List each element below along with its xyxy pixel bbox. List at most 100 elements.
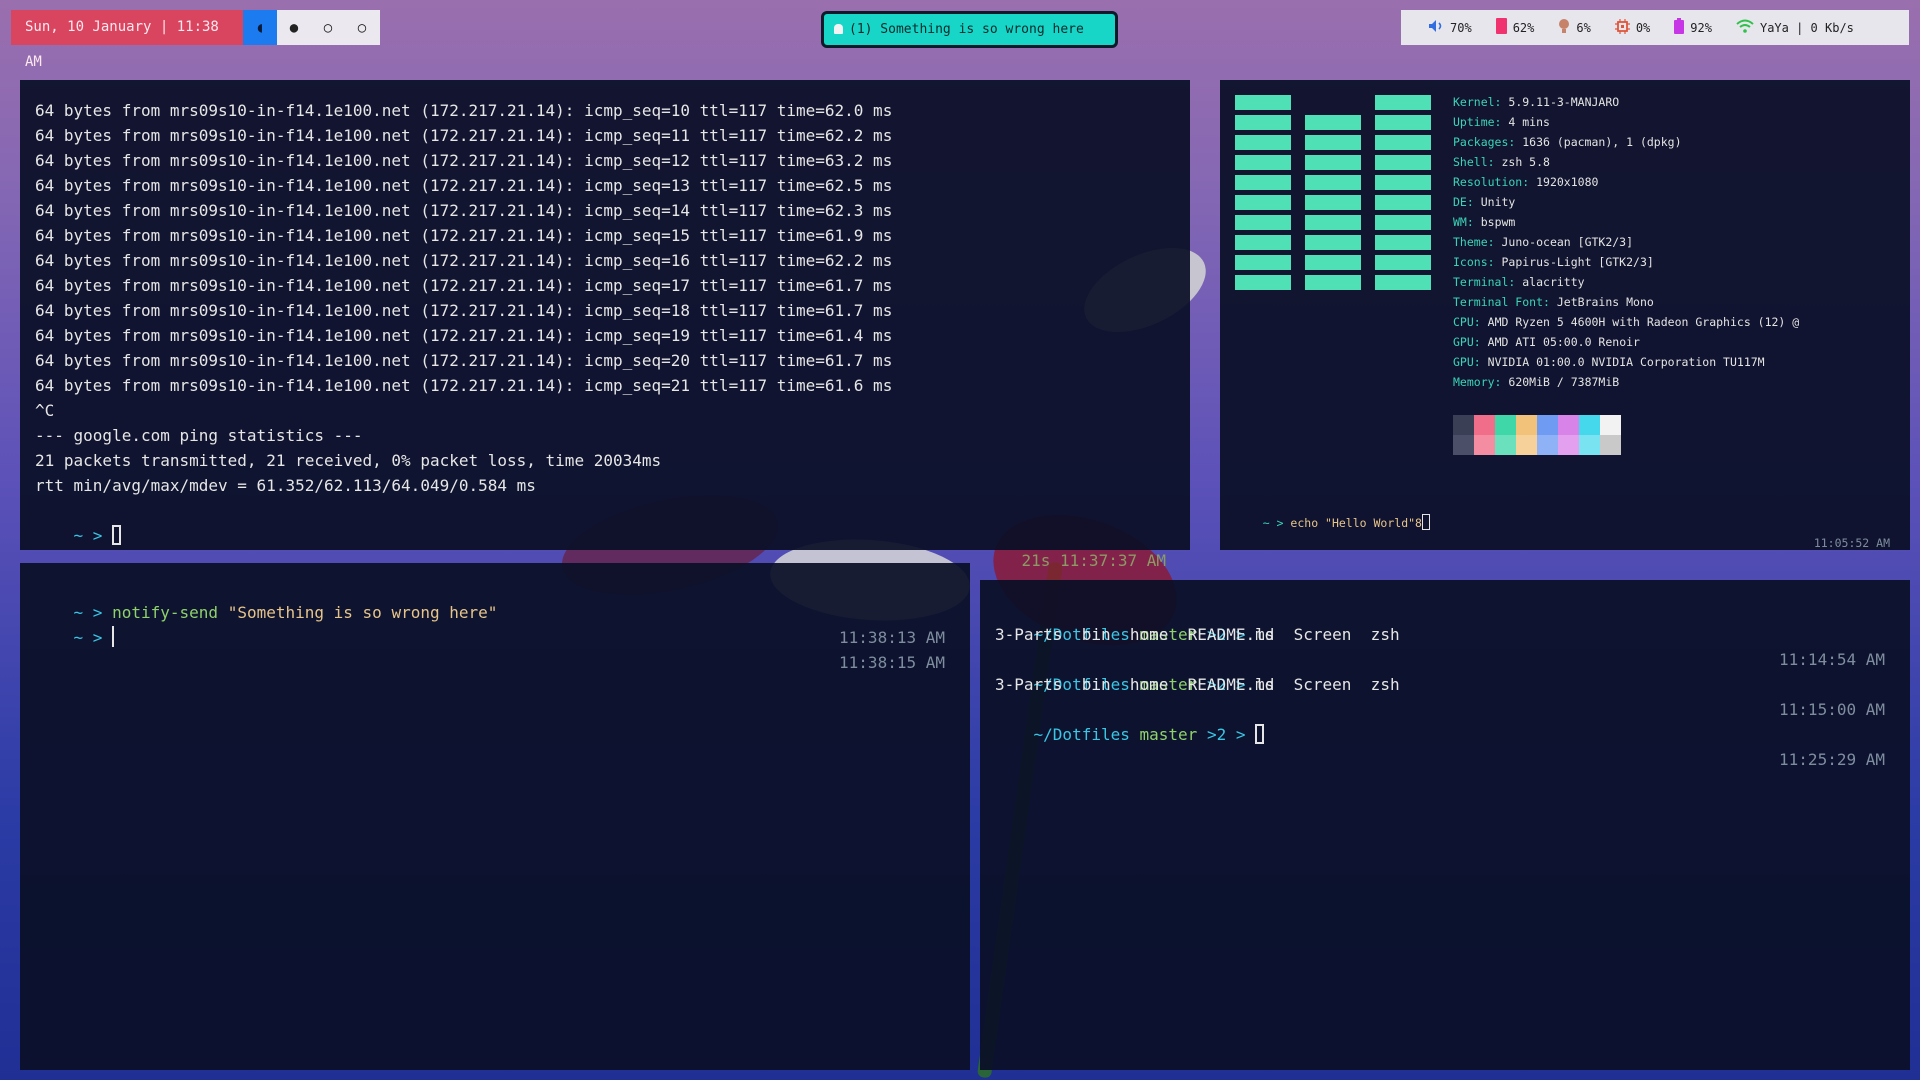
output-line: 21 packets transmitted, 21 received, 0% … <box>35 451 662 470</box>
workspace-3-button[interactable]: ○ <box>311 10 345 45</box>
info-key: Icons <box>1453 255 1488 269</box>
output-line: 64 bytes from mrs09s10-in-f14.1e100.net … <box>35 151 893 170</box>
output-line: 3-Parts bin home README.md Screen zsh <box>995 625 1400 644</box>
system-info-row: GPU: AMD ATI 05:00.0 Renoir <box>1453 335 1640 349</box>
workspace-1-button[interactable]: ◖ <box>243 10 277 45</box>
info-value: 4 mins <box>1508 115 1550 129</box>
prompt-line[interactable]: ~ > echo "Hello World"8 11:05:52 AM <box>1235 493 1890 550</box>
system-info-row: Shell: zsh 5.8 <box>1453 155 1550 169</box>
output-line: 3-Parts bin home README.md Screen zsh <box>995 675 1400 694</box>
dotfiles-terminal-window[interactable]: ~/Dotfiles master >2 > ls 11:14:54 AM 3-… <box>980 580 1910 1070</box>
info-key: Terminal Font <box>1453 295 1544 309</box>
info-key: Kernel <box>1453 95 1495 109</box>
speaker-icon <box>1428 19 1444 36</box>
cpu-chip-icon <box>1614 18 1630 37</box>
battery-status[interactable]: 92% <box>1674 18 1712 37</box>
info-key: Resolution <box>1453 175 1523 189</box>
info-value: zsh 5.8 <box>1501 155 1550 169</box>
info-key: WM <box>1453 215 1467 229</box>
info-key: Shell <box>1453 155 1488 169</box>
color-swatch <box>1537 415 1558 435</box>
info-key: GPU <box>1453 335 1474 349</box>
output-line: 64 bytes from mrs09s10-in-f14.1e100.net … <box>35 326 893 345</box>
color-swatch <box>1453 415 1474 435</box>
color-swatch <box>1600 435 1621 455</box>
text-cursor <box>1255 724 1265 744</box>
storage-status[interactable]: 62% <box>1495 18 1534 37</box>
system-info-row: DE: Unity <box>1453 195 1516 209</box>
info-value: Papirus-Light [GTK2/3] <box>1501 255 1654 269</box>
ping-terminal-window[interactable]: 64 bytes from mrs09s10-in-f14.1e100.net … <box>20 80 1190 570</box>
notification-text: (1) Something is so wrong here <box>849 22 1084 37</box>
info-value: NVIDIA 01:00.0 NVIDIA Corporation TU117M <box>1487 355 1765 369</box>
temperature-status[interactable]: 6% <box>1558 18 1591 37</box>
output-line: 64 bytes from mrs09s10-in-f14.1e100.net … <box>35 301 893 320</box>
info-value: Unity <box>1480 195 1516 209</box>
ping-output: 64 bytes from mrs09s10-in-f14.1e100.net … <box>35 98 1166 498</box>
info-key: Terminal <box>1453 275 1509 289</box>
neofetch-terminal-window[interactable]: Kernel: 5.9.11-3-MANJARO Uptime: 4 mins Pa… <box>1220 80 1910 550</box>
info-key: DE <box>1453 195 1467 209</box>
output-line: --- google.com ping statistics --- <box>35 426 363 445</box>
temperature-value: 6% <box>1576 20 1591 35</box>
wifi-icon <box>1736 19 1754 36</box>
info-value: Juno-ocean [GTK2/3] <box>1501 235 1634 249</box>
prompt-line[interactable]: ~ > 21s 11:37:37 AM <box>35 498 1166 570</box>
workspace-2-button[interactable]: ● <box>277 10 311 45</box>
system-info-row: Theme: Juno-ocean [GTK2/3] <box>1453 235 1634 249</box>
command-line: ~/Dotfiles master >2 > ls 11:15:00 AM <box>995 647 1885 719</box>
workspace-4-button[interactable]: ○ <box>345 10 379 45</box>
color-swatch <box>1558 415 1579 435</box>
info-key: CPU <box>1453 315 1474 329</box>
color-swatch <box>1495 415 1516 435</box>
system-info-row: Terminal: alacritty <box>1453 275 1585 289</box>
battery-value: 92% <box>1690 20 1712 35</box>
system-info-row: Icons: Papirus-Light [GTK2/3] <box>1453 255 1654 269</box>
notification-popup[interactable]: (1) Something is so wrong here <box>821 11 1118 48</box>
output-line: 64 bytes from mrs09s10-in-f14.1e100.net … <box>35 376 893 395</box>
cpu-status[interactable]: 0% <box>1614 18 1650 37</box>
info-value: 1636 (pacman), 1 (dpkg) <box>1522 135 1682 149</box>
text-cursor <box>112 626 115 647</box>
output-line: 64 bytes from mrs09s10-in-f14.1e100.net … <box>35 101 893 120</box>
color-swatch <box>1579 435 1600 455</box>
color-swatch <box>1474 435 1495 455</box>
prompt-time: 11:38:13 AM <box>839 628 945 647</box>
info-value: bspwm <box>1480 215 1516 229</box>
info-value: 1920x1080 <box>1536 175 1599 189</box>
network-value: YaYa | 0 Kb/s <box>1759 20 1854 35</box>
command-line: ~ > notify-send "Something is so wrong h… <box>35 575 945 647</box>
bell-icon <box>834 24 843 34</box>
prompt-line[interactable]: ~/Dotfiles master >2 > 11:25:29 AM <box>995 697 1885 769</box>
system-info-row: Uptime: 4 mins <box>1453 115 1550 129</box>
command-duration-time: 21s 11:37:37 AM <box>1021 551 1167 570</box>
typed-command: echo "Hello World"8 <box>1290 516 1422 530</box>
info-key: Theme <box>1453 235 1488 249</box>
output-line: ^C <box>35 401 55 420</box>
info-value: AMD Ryzen 5 4600H with Radeon Graphics (… <box>1487 315 1800 329</box>
volume-status[interactable]: 70% <box>1428 19 1472 36</box>
current-path: ~/Dotfiles <box>1033 725 1130 744</box>
output-line: 64 bytes from mrs09s10-in-f14.1e100.net … <box>35 251 893 270</box>
battery-icon <box>1674 18 1685 37</box>
info-key: Uptime <box>1453 115 1495 129</box>
output-line: 64 bytes from mrs09s10-in-f14.1e100.net … <box>35 276 893 295</box>
info-value: AMD ATI 05:00.0 Renoir <box>1487 335 1640 349</box>
output-line: 64 bytes from mrs09s10-in-f14.1e100.net … <box>35 176 893 195</box>
info-key: Memory <box>1453 375 1495 389</box>
text-cursor <box>1421 514 1430 530</box>
notify-terminal-window[interactable]: ~ > notify-send "Something is so wrong h… <box>20 563 970 1070</box>
color-swatch <box>1579 415 1600 435</box>
info-value: alacritty <box>1522 275 1585 289</box>
network-status[interactable]: YaYa | 0 Kb/s <box>1736 19 1854 36</box>
output-line: 64 bytes from mrs09s10-in-f14.1e100.net … <box>35 126 893 145</box>
color-swatch <box>1558 435 1579 455</box>
system-info-list: Kernel: 5.9.11-3-MANJARO Uptime: 4 mins Pa… <box>1453 92 1799 392</box>
prompt-time: 11:05:52 AM <box>1813 536 1890 550</box>
info-value: 620MiB / 7387MiB <box>1508 375 1620 389</box>
prompt-line[interactable]: ~ > 11:38:15 AM <box>35 600 945 672</box>
output-line: 64 bytes from mrs09s10-in-f14.1e100.net … <box>35 351 893 370</box>
output-line: 64 bytes from mrs09s10-in-f14.1e100.net … <box>35 201 893 220</box>
color-swatch <box>1474 415 1495 435</box>
system-info-row: Terminal Font: JetBrains Mono <box>1453 295 1654 309</box>
